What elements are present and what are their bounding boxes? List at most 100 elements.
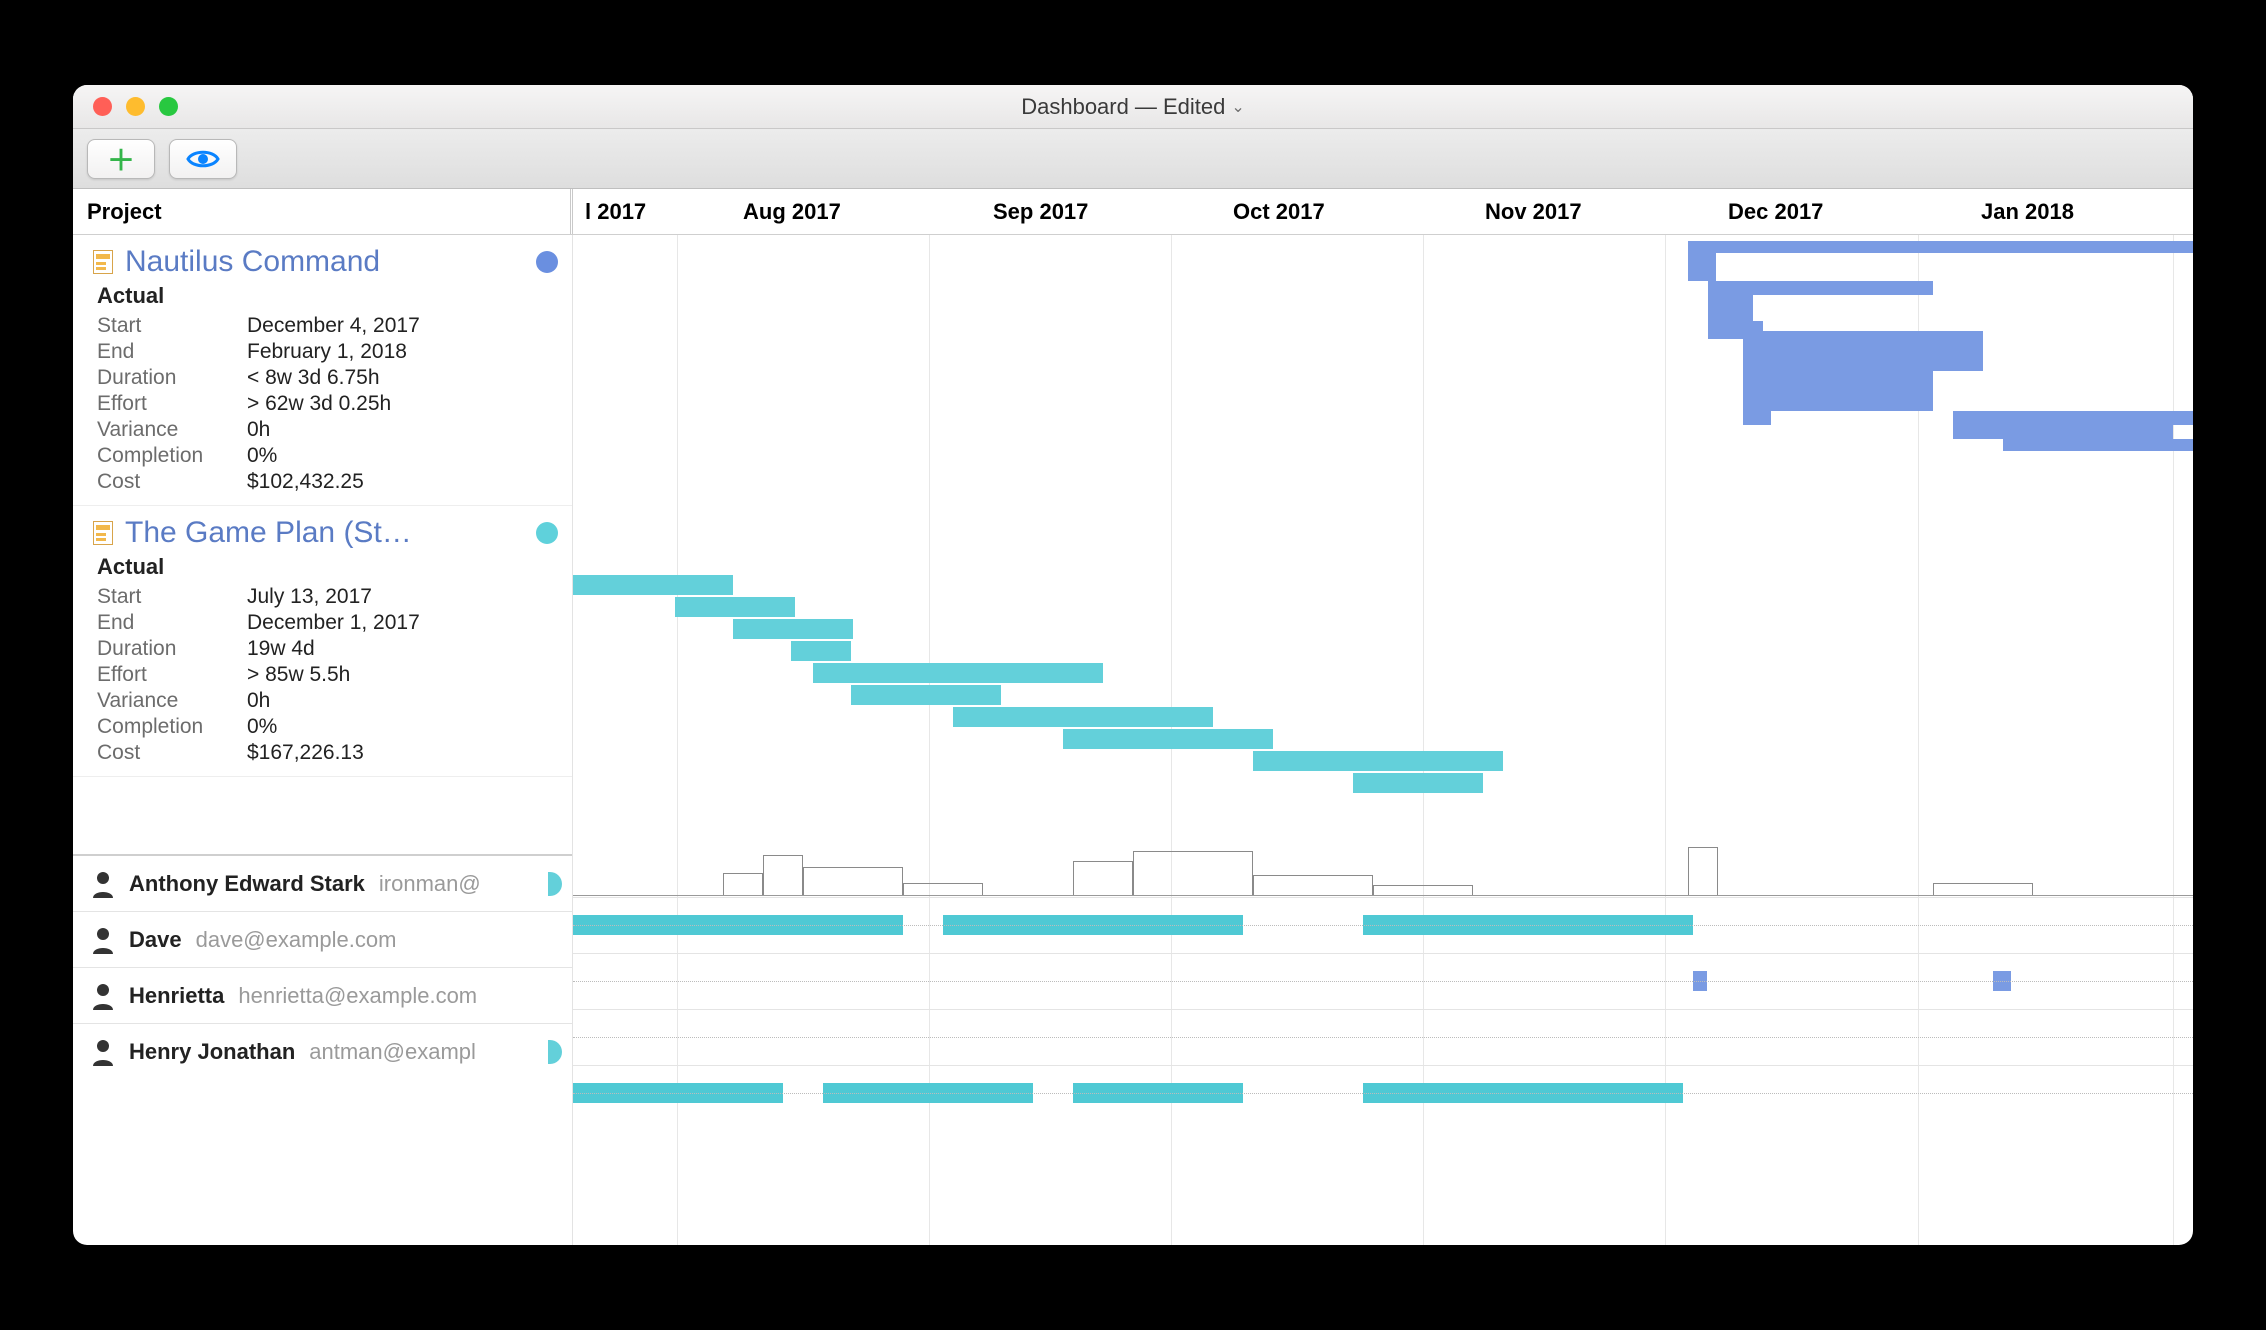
actual-label: Actual [73, 552, 572, 584]
gantt-bar[interactable] [1953, 411, 2193, 425]
actual-label: Actual [73, 281, 572, 313]
gantt-bar[interactable] [675, 597, 795, 617]
field-label: Effort [97, 663, 247, 687]
resource-bar[interactable] [1363, 915, 1693, 935]
field-label: Cost [97, 741, 247, 765]
field-label: End [97, 340, 247, 364]
month-label: Dec 2017 [1728, 189, 1823, 234]
project-column-label: Project [87, 199, 162, 225]
gantt-bar[interactable] [1253, 751, 1503, 771]
resource-row[interactable]: Anthony Edward Starkironman@ [73, 855, 572, 911]
resource-bar[interactable] [943, 915, 1243, 935]
gantt-bar[interactable] [2003, 439, 2193, 451]
month-label: Nov 2017 [1485, 189, 1582, 234]
window-title: Dashboard — Edited ⌄ [73, 94, 2193, 120]
gantt-bar[interactable] [1353, 773, 1483, 793]
gantt-bar[interactable] [1708, 281, 1933, 295]
resource-bar[interactable] [823, 1083, 1033, 1103]
gantt-bar[interactable] [791, 641, 851, 661]
month-label: Sep 2017 [993, 189, 1088, 234]
field-label: Duration [97, 366, 247, 390]
person-icon [91, 982, 115, 1010]
histogram-bar [1688, 847, 1718, 895]
close-icon[interactable] [93, 97, 112, 116]
histogram-bar [803, 867, 903, 895]
resource-bar[interactable] [1993, 971, 2011, 991]
resource-bar[interactable] [1073, 1083, 1243, 1103]
histogram-bar [1133, 851, 1253, 895]
gantt-bar[interactable] [1743, 331, 1983, 371]
minimize-icon[interactable] [126, 97, 145, 116]
resource-row[interactable]: Henry Jonathanantman@exampl [73, 1023, 572, 1079]
title-dropdown-chevron-icon[interactable]: ⌄ [1231, 97, 1244, 117]
timeline-pane[interactable] [573, 235, 2193, 1245]
field-label: Cost [97, 470, 247, 494]
histogram-bar [1073, 861, 1133, 895]
gantt-bar[interactable] [1708, 295, 1753, 321]
field-label: Variance [97, 689, 247, 713]
gantt-bar[interactable] [1688, 253, 1716, 281]
gantt-bar[interactable] [1743, 371, 1933, 411]
resource-bar[interactable] [1693, 971, 1707, 991]
gantt-bar[interactable] [953, 707, 1213, 727]
project-title[interactable]: The Game Plan (St… [125, 516, 412, 550]
field-value: $102,432.25 [247, 470, 364, 494]
field-value: December 1, 2017 [247, 611, 420, 635]
field-label: Completion [97, 444, 247, 468]
field-label: End [97, 611, 247, 635]
window-controls [93, 97, 178, 116]
toolbar: ＋ [73, 129, 2193, 189]
resource-name: Henrietta [129, 983, 224, 1009]
resource-row[interactable]: Henriettahenrietta@example.com [73, 967, 572, 1023]
timeline-header[interactable]: l 2017Aug 2017Sep 2017Oct 2017Nov 2017De… [573, 189, 2193, 234]
histogram-spacer [73, 777, 572, 855]
resource-bar[interactable] [573, 915, 903, 935]
project-row-nautilus[interactable]: Nautilus Command Actual StartDecember 4,… [73, 235, 572, 506]
field-value: $167,226.13 [247, 741, 364, 765]
field-label: Effort [97, 392, 247, 416]
view-button[interactable] [169, 139, 237, 179]
status-dot-icon [536, 522, 558, 544]
allocation-dot-icon [548, 1040, 562, 1064]
resource-row[interactable]: Davedave@example.com [73, 911, 572, 967]
gantt-bar[interactable] [573, 575, 733, 595]
histogram-baseline [573, 895, 2193, 896]
gantt-bar[interactable] [851, 685, 1001, 705]
field-label: Completion [97, 715, 247, 739]
add-button[interactable]: ＋ [87, 139, 155, 179]
gantt-bar[interactable] [1708, 321, 1763, 339]
histogram-bar [1933, 883, 2033, 895]
field-value: > 62w 3d 0.25h [247, 392, 391, 416]
resource-lane [573, 897, 2193, 953]
gantt-bar[interactable] [1953, 425, 2173, 439]
zoom-icon[interactable] [159, 97, 178, 116]
project-row-gameplan[interactable]: The Game Plan (St… Actual StartJuly 13, … [73, 506, 572, 777]
person-icon [91, 870, 115, 898]
field-value: > 85w 5.5h [247, 663, 350, 687]
gantt-bar[interactable] [1063, 729, 1273, 749]
eye-icon [186, 148, 220, 170]
gantt-bar[interactable] [1743, 411, 1771, 425]
field-value: 0% [247, 715, 277, 739]
field-value: < 8w 3d 6.75h [247, 366, 380, 390]
gantt-bar[interactable] [813, 663, 1103, 683]
histogram-bar [763, 855, 803, 895]
plus-icon: ＋ [107, 139, 135, 179]
project-icon [93, 521, 113, 545]
lane-divider [573, 1065, 2193, 1066]
window-title-suffix: — Edited [1135, 94, 1226, 120]
project-column-header[interactable]: Project [73, 189, 573, 234]
gantt-bar[interactable] [1688, 241, 2193, 253]
resource-name: Henry Jonathan [129, 1039, 295, 1065]
project-title[interactable]: Nautilus Command [125, 245, 380, 279]
histogram-bar [1373, 885, 1473, 895]
resource-bar[interactable] [573, 1083, 783, 1103]
month-label: Aug 2017 [743, 189, 841, 234]
resource-email: dave@example.com [196, 927, 397, 953]
field-label: Duration [97, 637, 247, 661]
lane-divider [573, 1009, 2193, 1010]
gantt-bar[interactable] [733, 619, 853, 639]
field-label: Start [97, 585, 247, 609]
resource-bar[interactable] [1363, 1083, 1683, 1103]
person-icon [91, 926, 115, 954]
